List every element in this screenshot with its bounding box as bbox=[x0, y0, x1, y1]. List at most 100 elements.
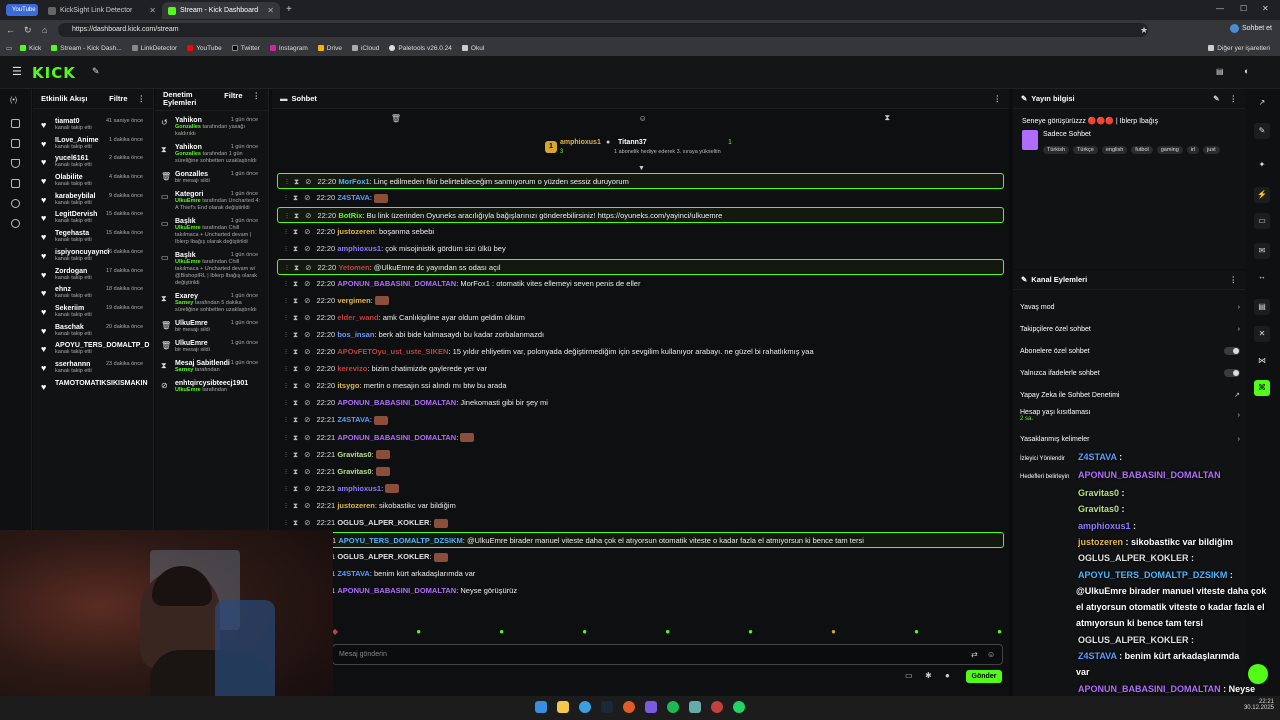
close-window-icon[interactable]: ✕ bbox=[1262, 4, 1269, 13]
moderation-item[interactable]: ⧗ Exarey 1 gün önce Sarney tarafından 5 dak… bbox=[155, 293, 268, 314]
new-tab-icon[interactable]: + bbox=[286, 4, 292, 15]
edit-icon[interactable]: ✎ bbox=[1254, 123, 1270, 139]
ban-icon[interactable]: ⊘ bbox=[304, 296, 310, 305]
browser-icon[interactable] bbox=[579, 701, 591, 713]
channel-action-row[interactable]: Yavaş mod › bbox=[1020, 300, 1240, 314]
message-username[interactable]: Z4STAVA bbox=[337, 193, 370, 202]
minimize-icon[interactable]: — bbox=[1216, 4, 1224, 13]
chat-message[interactable]: ⫶ ⧗ ⊘ 22:20 APONUN_BABASINI_DOMALTAN: Jinek… bbox=[277, 395, 1004, 411]
edit-icon[interactable]: ✎ bbox=[1213, 94, 1219, 103]
message-username[interactable]: APONUN_BABASINI_DOMALTAN bbox=[337, 433, 456, 442]
message-username[interactable]: BotRix bbox=[338, 211, 362, 220]
moderation-item[interactable]: 🗑 Gonzalles 1 gün önce bir mesajı sildi bbox=[155, 171, 268, 185]
moderation-item[interactable]: ↺ Yahikon 1 gün önce Gonzalles tarafından y… bbox=[155, 117, 268, 138]
gear-icon[interactable] bbox=[11, 219, 20, 228]
ban-icon[interactable]: ⊘ bbox=[304, 313, 310, 322]
moderation-item[interactable]: ⧗ Mesaj Sabitlendi 1 gün önce Sarney tarafı… bbox=[155, 360, 268, 374]
activity-item[interactable]: ♥ Baschak kanalı takip etti 20 dakika önce bbox=[33, 321, 153, 340]
moderation-item[interactable]: ⧗ Yahikon 1 gün önce Gonzalles tarafından 1… bbox=[155, 144, 268, 165]
timeout-icon[interactable]: ⧗ bbox=[293, 501, 298, 510]
windows-start-icon[interactable] bbox=[535, 701, 547, 713]
pin-icon[interactable]: ⫶ bbox=[285, 296, 287, 305]
pin-icon[interactable]: ⫶ bbox=[285, 279, 287, 288]
chat-message[interactable]: ⫶ ⧗ ⊘ 22:20 itsygo: mertin o mesajın ssi al… bbox=[277, 378, 1004, 394]
back-icon[interactable]: ← bbox=[6, 25, 15, 35]
lightning-icon[interactable]: ⚡ bbox=[1254, 187, 1270, 203]
timeout-icon[interactable]: ⧗ bbox=[293, 193, 298, 202]
message-username[interactable]: bos_insan bbox=[337, 330, 374, 339]
send-button[interactable]: Gönder bbox=[966, 670, 1002, 683]
menu-icon[interactable]: ☰ bbox=[12, 65, 22, 78]
timeout-icon[interactable]: ⧗ bbox=[294, 263, 299, 272]
pin-icon[interactable]: ⫶ bbox=[286, 177, 288, 186]
collapse-icon[interactable]: ▼ bbox=[638, 165, 645, 172]
pin-icon[interactable]: ✎ bbox=[92, 66, 100, 77]
message-username[interactable]: Gravitas0 bbox=[337, 450, 371, 459]
timeout-icon[interactable]: ⧗ bbox=[294, 211, 299, 220]
chat-message[interactable]: ⫶ ⧗ ⊘ 22:20 Z4STAVA: bbox=[277, 190, 1004, 206]
library-icon[interactable] bbox=[11, 139, 20, 148]
home-icon[interactable]: ⌂ bbox=[42, 25, 47, 35]
tab-youtube[interactable]: YouTube bbox=[6, 4, 38, 16]
message-username[interactable]: MorFox1 bbox=[338, 177, 369, 186]
layout-icon[interactable]: ▤ bbox=[1216, 67, 1224, 76]
url-input[interactable]: https://dashboard.kick.com/stream bbox=[58, 23, 1148, 37]
channel-action-row[interactable]: Yapay Zeka ile Sohbet Denetimi ↗ bbox=[1020, 388, 1240, 402]
stream-tag[interactable]: irl bbox=[1186, 146, 1200, 154]
ban-icon[interactable]: ⊘ bbox=[305, 177, 311, 186]
more-icon[interactable]: ⋮ bbox=[138, 94, 146, 103]
discord-icon[interactable] bbox=[645, 701, 657, 713]
moderation-item[interactable]: ▭ Kategori 1 gün önce UlkuEmre tarafından U… bbox=[155, 191, 268, 212]
expand-icon[interactable]: ↗ bbox=[1254, 95, 1270, 111]
timeout-icon[interactable]: ⧗ bbox=[293, 244, 298, 253]
bookmark-paletools[interactable]: Paletools v26.0.24 bbox=[389, 45, 452, 52]
pin-icon[interactable]: ⫶ bbox=[285, 381, 287, 390]
message-username[interactable]: vergimen bbox=[337, 296, 370, 305]
timeout-icon[interactable]: ⧗ bbox=[293, 279, 298, 288]
ban-icon[interactable]: ⊘ bbox=[304, 484, 310, 493]
spotify-icon[interactable] bbox=[667, 701, 679, 713]
emote-icon[interactable]: ● bbox=[582, 627, 587, 639]
ban-icon[interactable]: ⊘ bbox=[304, 467, 310, 476]
message-username[interactable]: kerevizo bbox=[337, 364, 367, 373]
timeout-icon[interactable]: ⧗ bbox=[293, 347, 298, 356]
profile-chip[interactable]: Sohbet et bbox=[1230, 24, 1272, 33]
bookmark-twitter[interactable]: Twitter bbox=[231, 45, 260, 52]
pin-icon[interactable]: ⫶ bbox=[285, 193, 287, 202]
activity-item[interactable]: ♥ tiamat0 kanalı takip etti 41 saniye önce bbox=[33, 115, 153, 134]
message-username[interactable]: APONUN_BABASINI_DOMALTAN bbox=[337, 586, 456, 595]
bookmark-other[interactable]: Diğer yer işaretleri bbox=[1208, 45, 1270, 52]
chat-message[interactable]: ⫶ ⧗ ⊘ 22:20 kerevizo: bizim chatimizde gayl… bbox=[277, 361, 1004, 377]
timeout-icon[interactable]: ⧗ bbox=[293, 415, 298, 424]
activity-item[interactable]: ♥ ILove_Anime kanalı takip etti 1 dakika ön… bbox=[33, 134, 153, 153]
timeout-icon[interactable]: ⧗ bbox=[293, 330, 298, 339]
chat-message[interactable]: ⫶ ⧗ ⊘ 22:20 bos_insan: berk abi bide kalmas… bbox=[277, 327, 1004, 343]
activity-item[interactable]: ♥ Tegehasta kanalı takip etti 15 dakika önc… bbox=[33, 227, 153, 246]
pin-icon[interactable]: ⫶ bbox=[285, 330, 287, 339]
target-icon[interactable]: ✦ bbox=[1254, 157, 1270, 173]
layout-icon[interactable]: ▤ bbox=[1254, 299, 1270, 315]
ban-icon[interactable]: ⊘ bbox=[304, 330, 310, 339]
message-username[interactable]: elder_wand bbox=[337, 313, 378, 322]
activity-item[interactable]: ♥ karabeybilal kanalı takip etti 9 dakika ö… bbox=[33, 190, 153, 209]
bookmark-linkdetector[interactable]: LinkDetector bbox=[131, 45, 177, 52]
bookmark-drive[interactable]: Drive bbox=[317, 45, 342, 52]
ban-icon[interactable]: ⊘ bbox=[304, 279, 310, 288]
collapse-icon[interactable]: ↔ bbox=[1254, 269, 1270, 285]
emote-icon[interactable]: ☺ bbox=[639, 114, 647, 123]
ban-icon[interactable]: ⊘ bbox=[304, 381, 310, 390]
bookmark-star-icon[interactable]: ★ bbox=[1140, 25, 1148, 36]
message-username[interactable]: OGLUS_ALPER_KOKLER bbox=[337, 552, 429, 561]
chat-message[interactable]: ⫶⧗⊘22:21 APONUN_BABASINI_DOMALTAN: Neyse… bbox=[277, 583, 1004, 599]
message-username[interactable]: APOYU_TERS_DOMALTP_DZSIKM bbox=[338, 536, 462, 545]
toggle-switch[interactable] bbox=[1224, 347, 1240, 355]
chat-message[interactable]: ⫶ ⧗ ⊘ 22:20 justozeren: boşanma sebebi bbox=[277, 224, 1004, 240]
chat-message[interactable]: ⫶ ⧗ ⊘ 22:20 APOvFETOyu_ust_uste_SIKEN: 15 y… bbox=[277, 344, 1004, 360]
wrench-icon[interactable]: ✕ bbox=[1254, 326, 1270, 342]
users-icon[interactable] bbox=[11, 199, 20, 208]
chat-message[interactable]: ⫶⧗⊘22:21 Z4STAVA: benim kürt arkadaşları… bbox=[277, 566, 1004, 582]
stream-tag[interactable]: Türkish bbox=[1043, 146, 1070, 154]
activity-item[interactable]: ♥ yucel6161 kanalı takip etti 2 dakika önce bbox=[33, 152, 153, 171]
pin-icon[interactable]: ⫶ bbox=[285, 484, 287, 493]
chat-message[interactable]: ⫶ ⧗ ⊘ 22:21 APONUN_BABASINI_DOMALTAN: bbox=[277, 430, 1004, 446]
